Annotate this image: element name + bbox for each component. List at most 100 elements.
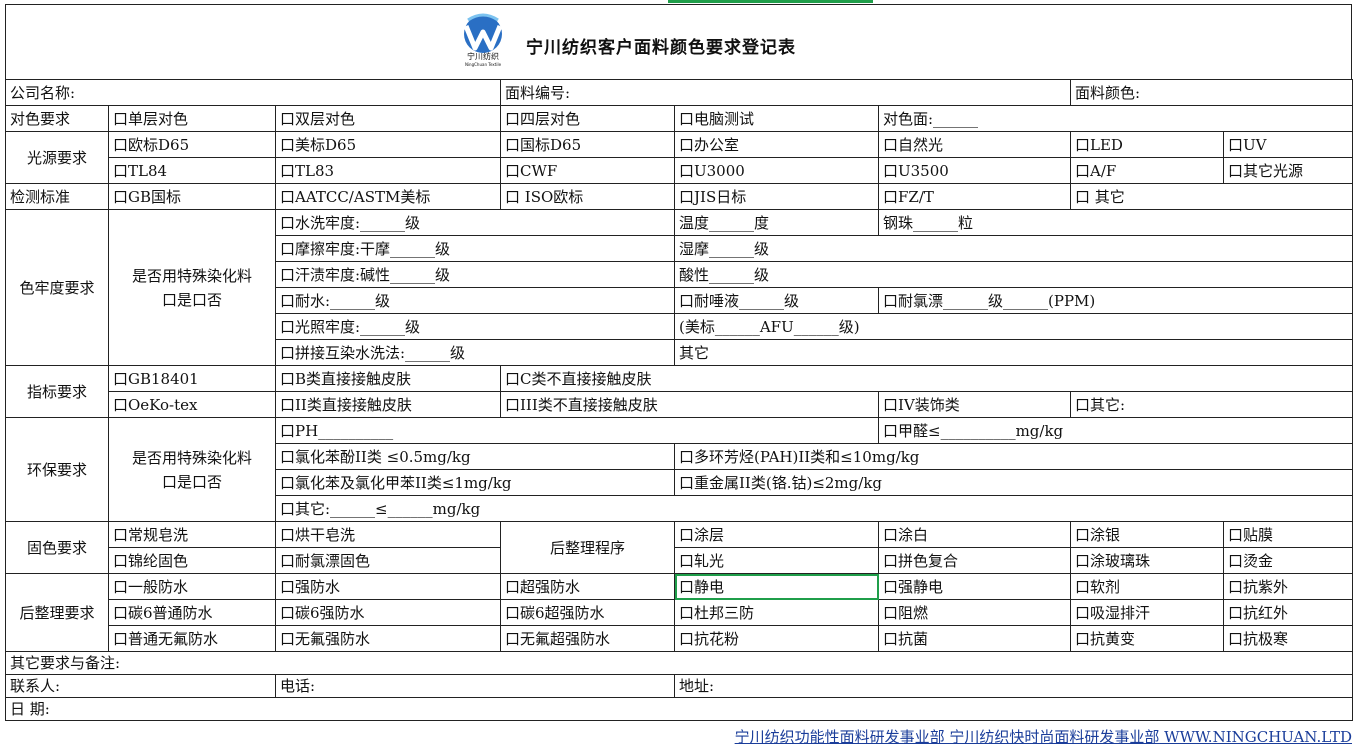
checkbox-option[interactable]: 口JIS日标 [674, 183, 879, 210]
checkbox-option[interactable]: 口四层对色 [500, 105, 675, 132]
checkbox-option[interactable]: 口UV [1223, 131, 1353, 158]
footer-link[interactable]: 宁川纺织功能性面料研发事业部 宁川纺织快时尚面料研发事业部 WWW.NINGCH… [735, 728, 1352, 746]
company-field[interactable]: 公司名称: [5, 79, 501, 106]
checkbox-option[interactable]: 口TL83 [275, 157, 501, 184]
fastness-field[interactable]: 口耐唾液______级 [674, 287, 879, 314]
checkbox-option[interactable]: 口吸湿排汗 [1070, 599, 1224, 626]
checkbox-option[interactable]: 口其它: [1070, 391, 1353, 418]
checkbox-option[interactable]: 口常规皂洗 [108, 521, 276, 548]
fastness-field[interactable]: 酸性______级 [674, 261, 1353, 288]
checkbox-option[interactable]: 口烫金 [1223, 547, 1353, 574]
checkbox-option[interactable]: 口GB18401 [108, 365, 276, 392]
env-field[interactable]: 口氯化苯及氯化甲苯II类≤1mg/kg [275, 469, 675, 496]
checkbox-option[interactable]: 口美标D65 [275, 131, 501, 158]
checkbox-option[interactable]: 口抗紫外 [1223, 573, 1353, 600]
checkbox-option[interactable]: 口GB国标 [108, 183, 276, 210]
checkbox-option[interactable]: 口杜邦三防 [674, 599, 879, 626]
address-field[interactable]: 地址: [674, 674, 1353, 698]
checkbox-option[interactable]: 口贴膜 [1223, 521, 1353, 548]
checkbox-option[interactable]: 口OeKo-tex [108, 391, 276, 418]
fastness-field[interactable]: (美标______AFU______级) [674, 313, 1353, 340]
checkbox-option[interactable]: 口碳6普通防水 [108, 599, 276, 626]
env-field[interactable]: 口多环芳烃(PAH)II类和≤10mg/kg [674, 443, 1353, 470]
checkbox-option[interactable]: 口FZ/T [878, 183, 1071, 210]
selected-cell[interactable]: 口静电 [674, 573, 879, 600]
checkbox-option[interactable]: 口单层对色 [108, 105, 276, 132]
checkbox-option[interactable]: 口CWF [500, 157, 675, 184]
checkbox-option[interactable]: 口轧光 [674, 547, 879, 574]
checkbox-option[interactable]: 口A/F [1070, 157, 1224, 184]
checkbox-option[interactable]: 口C类不直接接触皮肤 [500, 365, 1353, 392]
checkbox-option[interactable]: 口LED [1070, 131, 1224, 158]
checkbox-option[interactable]: 口无氟超强防水 [500, 625, 675, 652]
checkbox-option[interactable]: 口抗极寒 [1223, 625, 1353, 652]
checkbox-option[interactable]: 口 ISO欧标 [500, 183, 675, 210]
checkbox-option[interactable]: 口一般防水 [108, 573, 276, 600]
checkbox-option[interactable]: 口双层对色 [275, 105, 501, 132]
fastness-field[interactable]: 口光照牢度:______级 [275, 313, 675, 340]
checkbox-option[interactable]: 口碳6强防水 [275, 599, 501, 626]
checkbox-option[interactable]: 口耐氯漂固色 [275, 547, 501, 574]
fastness-field[interactable]: 口耐氯漂______级______(PPM) [878, 287, 1353, 314]
checkbox-option[interactable]: 口国标D65 [500, 131, 675, 158]
env-field[interactable]: 口PH__________ [275, 417, 879, 444]
checkbox-option[interactable]: 口自然光 [878, 131, 1071, 158]
checkbox-option[interactable]: 口办公室 [674, 131, 879, 158]
checkbox-option[interactable]: 口III类不直接接触皮肤 [500, 391, 879, 418]
checkbox-option[interactable]: 口强静电 [878, 573, 1071, 600]
checkbox-option[interactable]: 口B类直接接触皮肤 [275, 365, 501, 392]
checkbox-option[interactable]: 口涂白 [878, 521, 1071, 548]
date-field[interactable]: 日 期: [5, 697, 1353, 721]
checkbox-option[interactable]: 口烘干皂洗 [275, 521, 501, 548]
checkbox-option[interactable]: 口U3000 [674, 157, 879, 184]
checkbox-option[interactable]: 口阻燃 [878, 599, 1071, 626]
checkbox-option[interactable]: 口碳6超强防水 [500, 599, 675, 626]
fabric-color-field[interactable]: 面料颜色: [1070, 79, 1353, 106]
yes-no-option[interactable]: 口是口否 [113, 288, 271, 312]
checkbox-option[interactable]: 口涂层 [674, 521, 879, 548]
checkbox-option[interactable]: 口抗黄变 [1070, 625, 1224, 652]
fastness-field[interactable]: 温度______度 [674, 209, 879, 236]
special-dye-label: 是否用特殊染化料 [131, 448, 252, 467]
env-field[interactable]: 口其它:______≤______mg/kg [275, 495, 1353, 522]
fastness-field[interactable]: 口耐水:______级 [275, 287, 675, 314]
checkbox-option[interactable]: 口超强防水 [500, 573, 675, 600]
fastness-field[interactable]: 其它 [674, 339, 1353, 366]
checkbox-option[interactable]: 口抗红外 [1223, 599, 1353, 626]
fabric-no-field[interactable]: 面料编号: [500, 79, 1071, 106]
checkbox-option[interactable]: 口 其它 [1070, 183, 1353, 210]
checkbox-option[interactable]: 口抗菌 [878, 625, 1071, 652]
env-field[interactable]: 口重金属II类(铬.钴)≤2mg/kg [674, 469, 1353, 496]
checkbox-option[interactable]: 口锦纶固色 [108, 547, 276, 574]
fastness-field[interactable]: 湿摩______级 [674, 235, 1353, 262]
checkbox-option[interactable]: 口其它光源 [1223, 157, 1353, 184]
checkbox-option[interactable]: 口涂银 [1070, 521, 1224, 548]
checkbox-option[interactable]: 口IV装饰类 [878, 391, 1071, 418]
fastness-field[interactable]: 口拼接互染水洗法:______级 [275, 339, 675, 366]
env-field[interactable]: 口氯化苯酚II类 ≤0.5mg/kg [275, 443, 675, 470]
checkbox-option[interactable]: 口抗花粉 [674, 625, 879, 652]
fastness-field[interactable]: 口摩擦牢度:干摩______级 [275, 235, 675, 262]
contact-field[interactable]: 联系人: [5, 674, 276, 698]
remarks-field[interactable]: 其它要求与备注: [5, 651, 1353, 675]
checkbox-option[interactable]: 口强防水 [275, 573, 501, 600]
fastness-field[interactable]: 口水洗牢度:______级 [275, 209, 675, 236]
env-field[interactable]: 口甲醛≤__________mg/kg [878, 417, 1353, 444]
checkbox-option[interactable]: 口欧标D65 [108, 131, 276, 158]
checkbox-option[interactable]: 口软剂 [1070, 573, 1224, 600]
checkbox-option[interactable]: 口涂玻璃珠 [1070, 547, 1224, 574]
checkbox-option[interactable]: 口AATCC/ASTM美标 [275, 183, 501, 210]
checkbox-option[interactable]: 口无氟强防水 [275, 625, 501, 652]
checkbox-option[interactable]: 口II类直接接触皮肤 [275, 391, 501, 418]
checkbox-option[interactable]: 口普通无氟防水 [108, 625, 276, 652]
checkbox-option[interactable]: 口电脑测试 [674, 105, 879, 132]
row-label: 环保要求 [5, 417, 109, 522]
match-face-field[interactable]: 对色面:______ [878, 105, 1353, 132]
checkbox-option[interactable]: 口U3500 [878, 157, 1071, 184]
checkbox-option[interactable]: 口拼色复合 [878, 547, 1071, 574]
fastness-field[interactable]: 钢珠______粒 [878, 209, 1353, 236]
yes-no-option[interactable]: 口是口否 [113, 470, 271, 494]
phone-field[interactable]: 电话: [275, 674, 675, 698]
fastness-field[interactable]: 口汗渍牢度:碱性______级 [275, 261, 675, 288]
checkbox-option[interactable]: 口TL84 [108, 157, 276, 184]
